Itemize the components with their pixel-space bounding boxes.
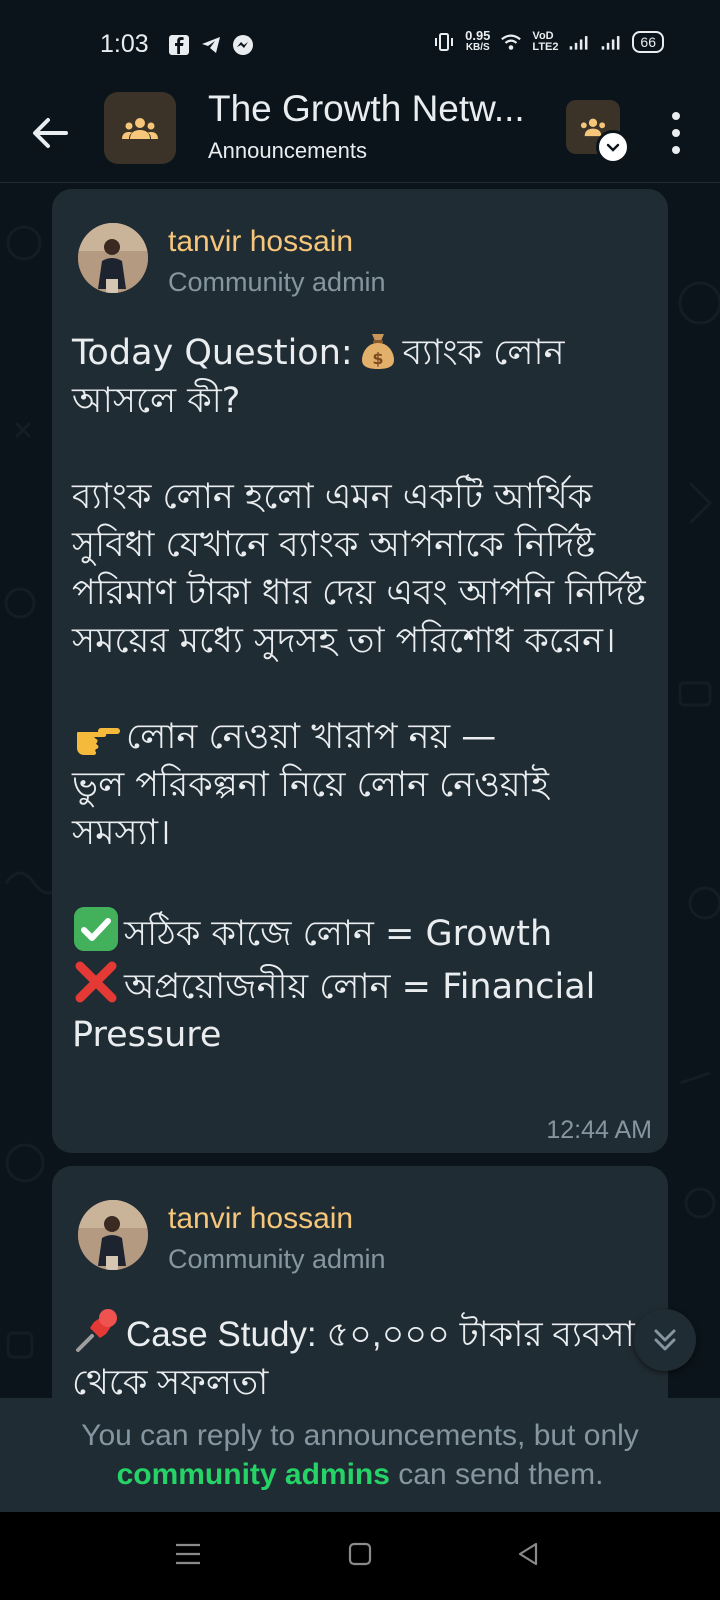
note-suffix: can send them.: [398, 1458, 604, 1491]
messenger-icon: [233, 35, 253, 55]
scroll-to-bottom-button[interactable]: [634, 1309, 696, 1371]
money-bag-icon: $: [361, 334, 394, 369]
paragraph-definition: ব্যাংক লোন হলো এমন একটি আর্থিক সুবিধা যে…: [72, 477, 646, 661]
home-button[interactable]: [340, 1534, 380, 1574]
message-time: 12:44 AM: [546, 1116, 652, 1144]
menu-dot: [672, 145, 680, 154]
announcement-restriction-note: You can reply to announcements, but only…: [0, 1398, 720, 1512]
point-text-1: লোন নেওয়া খারাপ নয় —: [126, 717, 497, 757]
menu-dot: [672, 112, 680, 121]
author-role: Community admin: [168, 1244, 386, 1274]
case-study-line-2: থেকে সফলতা: [72, 1363, 269, 1398]
more-options-button[interactable]: [658, 108, 694, 158]
message-bubble[interactable]: tanvir hossain Community admin Case Stud…: [52, 1166, 668, 1398]
point-line-1: লোন নেওয়া খারাপ নয় —: [72, 713, 652, 761]
group-avatar[interactable]: [104, 92, 176, 164]
message-text: Case Study: ৫০,০০০ টাকার ব্যবসা থেকে সফল…: [72, 1306, 672, 1398]
chat-area[interactable]: tanvir hossain Community admin Today Que…: [0, 183, 720, 1398]
bad-line: অপ্রয়োজনীয় লোন = Financial Pressure: [72, 958, 652, 1059]
net-speed-unit: KB/S: [465, 42, 490, 53]
question-prefix: Today Question:: [72, 333, 353, 373]
chat-subtitle[interactable]: Announcements: [208, 138, 367, 164]
case-study-line: Case Study: ৫০,০০০ টাকার ব্যবসা: [72, 1306, 672, 1359]
arrow-left-icon: [33, 118, 68, 148]
pushpin-icon: [76, 1309, 117, 1352]
bad-line-text: অপ্রয়োজনীয় লোন = Financial Pressure: [72, 967, 596, 1055]
good-line: সঠিক কাজে লোন = Growth: [72, 905, 652, 958]
double-chevron-down-icon: [654, 1329, 676, 1351]
telegram-icon: [202, 37, 220, 53]
group-icon: [122, 118, 158, 139]
notification-icons: [168, 34, 254, 56]
recent-apps-button[interactable]: [168, 1534, 208, 1574]
volte-indicator: VoD LTE2: [532, 30, 559, 53]
triangle-back-icon: [518, 1542, 538, 1566]
signal-icon-2: [602, 36, 620, 50]
cross-mark-icon: [75, 961, 117, 1003]
point-line-2: ভুল পরিকল্পনা নিয়ে লোন নেওয়াই সমস্যা।: [72, 765, 549, 853]
person-photo-icon: [78, 1200, 148, 1270]
system-icons: 0.95 KB/S VoD LTE2 66: [433, 28, 664, 54]
question-line: Today Question: $ ব্যাংক লোন আসলে কী?: [72, 329, 652, 425]
svg-text:$: $: [372, 349, 383, 368]
menu-icon: [176, 1543, 200, 1565]
message-text: Today Question: $ ব্যাংক লোন আসলে কী? ব্যা…: [72, 329, 652, 1059]
good-line-text: সঠিক কাজে লোন = Growth: [124, 914, 553, 954]
author-role: Community admin: [168, 267, 386, 297]
status-time: 1:03: [100, 30, 149, 58]
status-bar: 1:03 0.95 KB/S VoD LTE2 66: [0, 0, 720, 86]
author-avatar[interactable]: [78, 223, 148, 293]
check-mark-icon: [74, 907, 118, 951]
note-line-2: community admins can send them.: [0, 1455, 720, 1494]
person-photo-icon: [78, 223, 148, 293]
author-avatar[interactable]: [78, 1200, 148, 1270]
author-name[interactable]: tanvir hossain: [168, 1202, 353, 1236]
chat-header: The Growth Netw... Announcements: [0, 86, 720, 183]
wifi-icon: [501, 34, 522, 50]
vibrate-icon: [435, 33, 454, 51]
case-study-text: Case Study: ৫০,০০০ টাকার ব্যবসা: [126, 1315, 635, 1354]
pointing-hand-icon: [77, 728, 120, 755]
network-speed: 0.95 KB/S: [465, 28, 491, 54]
back-nav-button[interactable]: [508, 1534, 548, 1574]
author-name[interactable]: tanvir hossain: [168, 225, 353, 259]
signal-icon-1: [570, 36, 588, 50]
back-button[interactable]: [26, 108, 76, 158]
note-line-1: You can reply to announcements, but only: [81, 1419, 639, 1452]
square-icon: [348, 1542, 372, 1566]
chat-title[interactable]: The Growth Netw...: [208, 88, 538, 130]
community-admins-link[interactable]: community admins: [117, 1458, 390, 1491]
message-bubble[interactable]: tanvir hossain Community admin Today Que…: [52, 189, 668, 1153]
chevron-down-icon: [596, 130, 630, 164]
menu-dot: [672, 128, 680, 137]
facebook-icon: [169, 35, 189, 55]
community-switcher-button[interactable]: [566, 100, 630, 164]
battery-indicator: 66: [632, 31, 664, 53]
net-speed-value: 0.95: [465, 28, 491, 43]
system-navigation-bar: [0, 1512, 720, 1600]
